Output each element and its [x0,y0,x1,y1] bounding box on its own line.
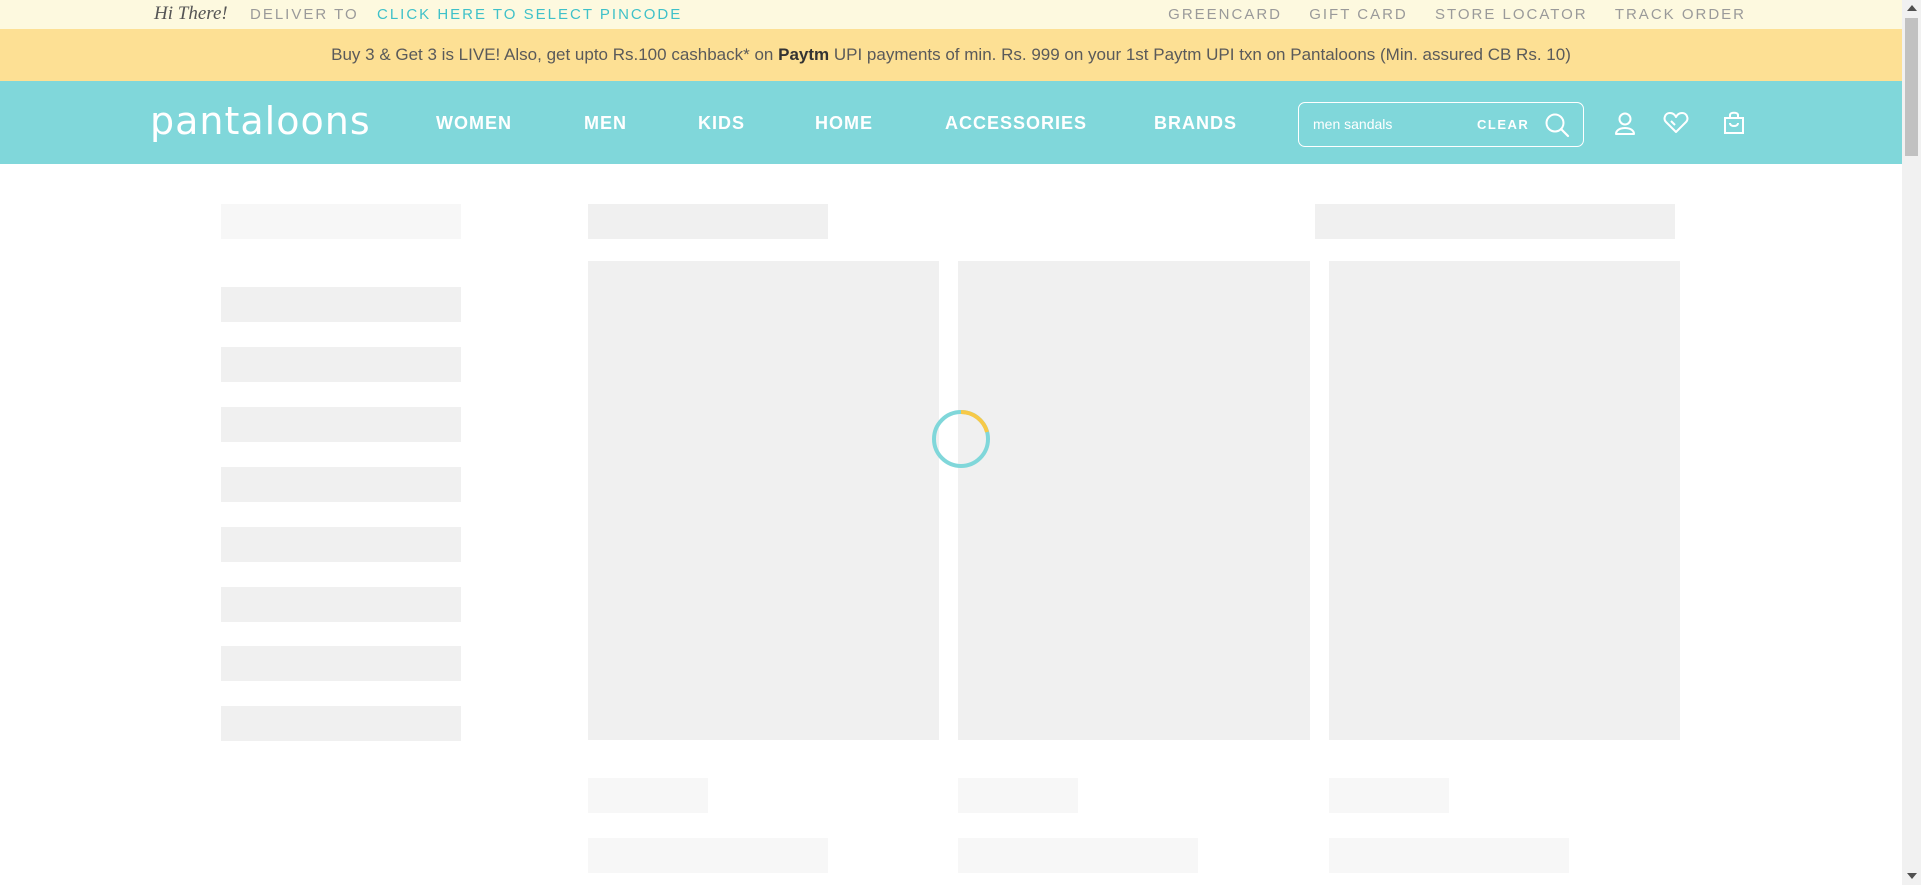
promo-banner[interactable]: Buy 3 & Get 3 is LIVE! Also, get upto Rs… [0,29,1902,81]
search-input[interactable] [1311,115,1465,133]
nav-men[interactable]: MEN [584,113,627,134]
skeleton-block [1329,838,1569,873]
top-utility-bar: Hi There! DELIVER TO CLICK HERE TO SELEC… [0,0,1902,29]
clear-search-button[interactable]: CLEAR [1477,117,1529,132]
nav-women[interactable]: WOMEN [436,113,512,134]
nav-brands[interactable]: BRANDS [1154,113,1237,134]
track-order-link[interactable]: TRACK ORDER [1615,6,1746,23]
skeleton-block [221,347,461,382]
promo-brand: Paytm [778,45,830,64]
skeleton-block [221,467,461,502]
promo-text-end: UPI payments of min. Rs. 999 on your 1st… [829,45,1571,64]
shopping-bag-icon[interactable] [1723,111,1745,140]
skeleton-block [1329,778,1449,813]
skeleton-block [588,838,828,873]
user-icon[interactable] [1614,111,1636,140]
skeleton-block [221,646,461,681]
skeleton-block [221,287,461,322]
loading-spinner-icon [930,408,992,475]
skeleton-block [221,407,461,442]
wishlist-heart-icon[interactable] [1663,111,1689,140]
skeleton-block [958,838,1198,873]
search-icon[interactable] [1544,112,1570,143]
deliver-to-label: DELIVER TO [250,6,359,23]
gift-card-link[interactable]: GIFT CARD [1309,6,1408,23]
nav-home[interactable]: HOME [815,113,873,134]
skeleton-block [1315,204,1675,239]
main-header: pantaloons WOMEN MEN KIDS HOME ACCESSORI… [0,81,1902,164]
greencard-link[interactable]: GREENCARD [1168,6,1282,23]
skeleton-block [588,204,828,239]
store-locator-link[interactable]: STORE LOCATOR [1435,6,1588,23]
search-box: CLEAR [1298,102,1584,147]
skeleton-block [221,527,461,562]
page-scrollbar[interactable] [1902,0,1921,885]
product-card-skeleton [958,261,1310,740]
skeleton-block [221,587,461,622]
nav-kids[interactable]: KIDS [698,113,745,134]
product-card-skeleton [1329,261,1680,740]
product-card-skeleton [588,261,939,740]
scroll-up-arrow-icon[interactable] [1907,5,1917,11]
skeleton-block [958,778,1078,813]
promo-text-start: Buy 3 & Get 3 is LIVE! Also, get upto Rs… [331,45,779,64]
skeleton-block [221,706,461,741]
pantaloons-logo[interactable]: pantaloons [150,99,371,143]
utility-links: GREENCARD GIFT CARD STORE LOCATOR TRACK … [1147,6,1746,23]
skeleton-block [221,204,461,239]
skeleton-block [588,778,708,813]
scrollbar-thumb[interactable] [1905,18,1918,156]
greeting-text: Hi There! [154,3,228,24]
scroll-down-arrow-icon[interactable] [1907,873,1917,879]
select-pincode-link[interactable]: CLICK HERE TO SELECT PINCODE [377,6,682,23]
nav-accessories[interactable]: ACCESSORIES [945,113,1087,134]
